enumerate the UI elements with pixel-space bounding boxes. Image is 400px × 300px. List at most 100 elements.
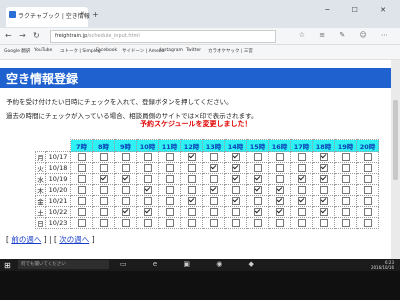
slot-checkbox[interactable]: [99, 197, 108, 205]
slot-checkbox[interactable]: [143, 219, 152, 227]
slot-checkbox[interactable]: [209, 186, 218, 194]
tab-close-icon[interactable]: ×: [80, 10, 85, 17]
bookmark-item[interactable]: Twitter: [186, 48, 201, 53]
slot-checkbox[interactable]: [187, 197, 196, 205]
slot-checkbox[interactable]: [121, 153, 130, 161]
slot-checkbox[interactable]: [165, 153, 174, 161]
window-controls[interactable]: ─ ☐ ✕: [325, 6, 396, 14]
slot-checkbox[interactable]: [187, 186, 196, 194]
slot-checkbox[interactable]: [363, 186, 372, 194]
slot-checkbox[interactable]: [253, 175, 262, 183]
slot-checkbox[interactable]: [341, 197, 350, 205]
slot-checkbox[interactable]: [319, 175, 328, 183]
slot-checkbox[interactable]: [231, 153, 240, 161]
slot-checkbox[interactable]: [341, 186, 350, 194]
windows-start-icon[interactable]: ⊞: [4, 261, 11, 270]
address-bar[interactable]: freightrain.jp/schedule_input.html: [50, 30, 276, 43]
slot-checkbox[interactable]: [77, 197, 86, 205]
slot-checkbox[interactable]: [209, 164, 218, 172]
slot-checkbox[interactable]: [99, 186, 108, 194]
slot-checkbox[interactable]: [253, 208, 262, 216]
slot-checkbox[interactable]: [209, 175, 218, 183]
slot-checkbox[interactable]: [231, 208, 240, 216]
next-week-link[interactable]: 次の週へ: [59, 235, 89, 244]
bookmark-item[interactable]: Instagram: [160, 48, 183, 53]
slot-checkbox[interactable]: [99, 175, 108, 183]
slot-checkbox[interactable]: [165, 197, 174, 205]
slot-checkbox[interactable]: [275, 186, 284, 194]
slot-checkbox[interactable]: [187, 219, 196, 227]
slot-checkbox[interactable]: [253, 197, 262, 205]
slot-checkbox[interactable]: [297, 175, 306, 183]
slot-checkbox[interactable]: [121, 197, 130, 205]
slot-checkbox[interactable]: [99, 219, 108, 227]
slot-checkbox[interactable]: [253, 219, 262, 227]
slot-checkbox[interactable]: [297, 186, 306, 194]
slot-checkbox[interactable]: [121, 208, 130, 216]
new-tab-icon[interactable]: +: [92, 10, 99, 19]
slot-checkbox[interactable]: [341, 164, 350, 172]
slot-checkbox[interactable]: [275, 153, 284, 161]
slot-checkbox[interactable]: [121, 164, 130, 172]
slot-checkbox[interactable]: [121, 219, 130, 227]
slot-checkbox[interactable]: [319, 186, 328, 194]
forward-icon[interactable]: →: [19, 31, 26, 40]
slot-checkbox[interactable]: [187, 175, 196, 183]
slot-checkbox[interactable]: [165, 219, 174, 227]
slot-checkbox[interactable]: [187, 164, 196, 172]
slot-checkbox[interactable]: [341, 219, 350, 227]
slot-checkbox[interactable]: [363, 219, 372, 227]
slot-checkbox[interactable]: [275, 197, 284, 205]
prev-week-link[interactable]: 前の週へ: [11, 235, 41, 244]
bookmark-item[interactable]: カラオケヤック | 三宮: [208, 48, 253, 54]
slot-checkbox[interactable]: [143, 153, 152, 161]
slot-checkbox[interactable]: [143, 186, 152, 194]
slot-checkbox[interactable]: [143, 175, 152, 183]
slot-checkbox[interactable]: [121, 186, 130, 194]
slot-checkbox[interactable]: [231, 197, 240, 205]
slot-checkbox[interactable]: [319, 197, 328, 205]
slot-checkbox[interactable]: [319, 219, 328, 227]
slot-checkbox[interactable]: [275, 208, 284, 216]
slot-checkbox[interactable]: [77, 164, 86, 172]
page-scrollbar[interactable]: [391, 60, 400, 259]
slot-checkbox[interactable]: [165, 164, 174, 172]
bookmark-item[interactable]: Google 翻訳: [4, 48, 30, 54]
slot-checkbox[interactable]: [165, 175, 174, 183]
slot-checkbox[interactable]: [275, 175, 284, 183]
slot-checkbox[interactable]: [231, 219, 240, 227]
slot-checkbox[interactable]: [165, 186, 174, 194]
slot-checkbox[interactable]: [275, 219, 284, 227]
slot-checkbox[interactable]: [363, 208, 372, 216]
slot-checkbox[interactable]: [99, 153, 108, 161]
slot-checkbox[interactable]: [363, 153, 372, 161]
slot-checkbox[interactable]: [297, 197, 306, 205]
slot-checkbox[interactable]: [253, 153, 262, 161]
slot-checkbox[interactable]: [209, 197, 218, 205]
slot-checkbox[interactable]: [231, 164, 240, 172]
toolbar-icons[interactable]: ☆ ≡ ✎ ☺ ⋯: [299, 31, 394, 39]
slot-checkbox[interactable]: [143, 208, 152, 216]
slot-checkbox[interactable]: [209, 219, 218, 227]
slot-checkbox[interactable]: [297, 164, 306, 172]
slot-checkbox[interactable]: [363, 164, 372, 172]
slot-checkbox[interactable]: [77, 186, 86, 194]
slot-checkbox[interactable]: [209, 153, 218, 161]
slot-checkbox[interactable]: [77, 153, 86, 161]
slot-checkbox[interactable]: [231, 175, 240, 183]
slot-checkbox[interactable]: [143, 164, 152, 172]
slot-checkbox[interactable]: [363, 197, 372, 205]
slot-checkbox[interactable]: [187, 153, 196, 161]
slot-checkbox[interactable]: [319, 164, 328, 172]
slot-checkbox[interactable]: [319, 208, 328, 216]
bookmark-item[interactable]: Facebook: [96, 48, 117, 53]
slot-checkbox[interactable]: [209, 208, 218, 216]
bookmark-item[interactable]: ユトーク | Simplog: [60, 48, 101, 54]
slot-checkbox[interactable]: [187, 208, 196, 216]
scrollbar-thumb[interactable]: [393, 100, 398, 180]
slot-checkbox[interactable]: [143, 197, 152, 205]
taskbar-search[interactable]: 何でも聞いてください: [18, 260, 109, 269]
slot-checkbox[interactable]: [77, 219, 86, 227]
slot-checkbox[interactable]: [165, 208, 174, 216]
slot-checkbox[interactable]: [231, 186, 240, 194]
